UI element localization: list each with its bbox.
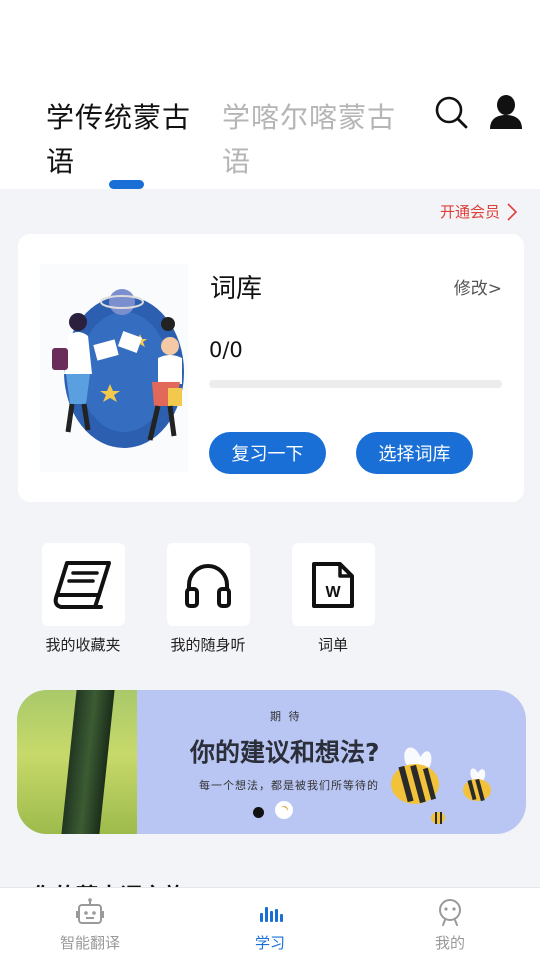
review-button[interactable]: 复习一下	[209, 432, 326, 474]
nav-mine[interactable]: 我的	[390, 898, 510, 953]
status-bar-area	[0, 0, 540, 88]
user-button[interactable]	[488, 94, 524, 130]
tab-traditional-mongolian[interactable]: 学传统蒙古语	[46, 96, 196, 184]
nav-mine-label: 我的	[434, 934, 465, 952]
tree-trunk	[61, 690, 115, 834]
nav-learn-label: 学习	[254, 934, 285, 952]
wordlist-shortcut[interactable]: W 词单	[278, 543, 388, 655]
carousel-dot-2[interactable]	[277, 807, 288, 818]
active-tab-indicator	[109, 180, 144, 189]
robot-icon	[76, 898, 104, 924]
banner-title: 你的建议和想法?	[190, 738, 380, 767]
bottom-navigation: 智能翻译 学习 我的	[0, 887, 540, 960]
wordlist-icon-box: W	[291, 543, 375, 626]
carousel-dot-1[interactable]	[253, 807, 264, 818]
banner-description: 每一个想法，都是被我们所等待的	[199, 779, 379, 792]
favorites-label: 我的收藏夹	[45, 636, 121, 654]
search-icon	[435, 96, 468, 129]
user-icon	[490, 95, 522, 129]
vip-link[interactable]: 开通会员	[440, 201, 518, 222]
choose-wordbank-button[interactable]: 选择词库	[356, 432, 473, 474]
nav-translate[interactable]: 智能翻译	[30, 898, 150, 953]
bee-large-icon	[391, 747, 439, 804]
vocabulary-card: 词库 修改> 0/0 复习一下 选择词库	[18, 234, 524, 502]
banner-photo	[17, 690, 137, 834]
nav-translate-label: 智能翻译	[59, 934, 120, 952]
svg-text:W: W	[325, 584, 341, 601]
progress-text: 0/0	[209, 338, 243, 362]
tab-khalkha-mongolian[interactable]: 学喀尔喀蒙古语	[222, 96, 402, 184]
favorites-shortcut[interactable]: 我的收藏夹	[28, 543, 138, 655]
section-title: 你的蒙古语之旅	[32, 879, 186, 887]
favorites-icon-box	[41, 543, 125, 626]
students-illustration	[40, 264, 188, 472]
profile-icon	[439, 899, 461, 926]
chevron-right-icon	[507, 202, 518, 221]
main-content: 开通会员 词库 修改> 0/0 复习一下 选择词库 我的收藏夹 我的随身听 W …	[0, 189, 540, 887]
listen-shortcut[interactable]: 我的随身听	[153, 543, 263, 655]
book-icon	[53, 560, 111, 609]
card-title: 词库	[210, 274, 263, 304]
word-document-icon: W	[312, 561, 354, 608]
search-button[interactable]	[433, 94, 469, 130]
banner-subtitle: 期 待	[270, 710, 302, 723]
feedback-banner[interactable]: 期 待 你的建议和想法? 每一个想法，都是被我们所等待的	[17, 690, 526, 834]
headphones-icon	[185, 563, 231, 608]
bee-small-icon	[431, 812, 445, 824]
wordlist-label: 词单	[317, 636, 348, 654]
vip-label: 开通会员	[439, 203, 500, 221]
bee-medium-icon	[463, 768, 491, 802]
bars-icon	[260, 907, 283, 922]
nav-learn[interactable]: 学习	[210, 898, 330, 953]
progress-bar	[209, 380, 502, 388]
top-bar: 学传统蒙古语 学喀尔喀蒙古语	[0, 88, 540, 189]
listen-icon-box	[166, 543, 250, 626]
listen-label: 我的随身听	[170, 636, 246, 654]
edit-link[interactable]: 修改>	[454, 274, 502, 299]
